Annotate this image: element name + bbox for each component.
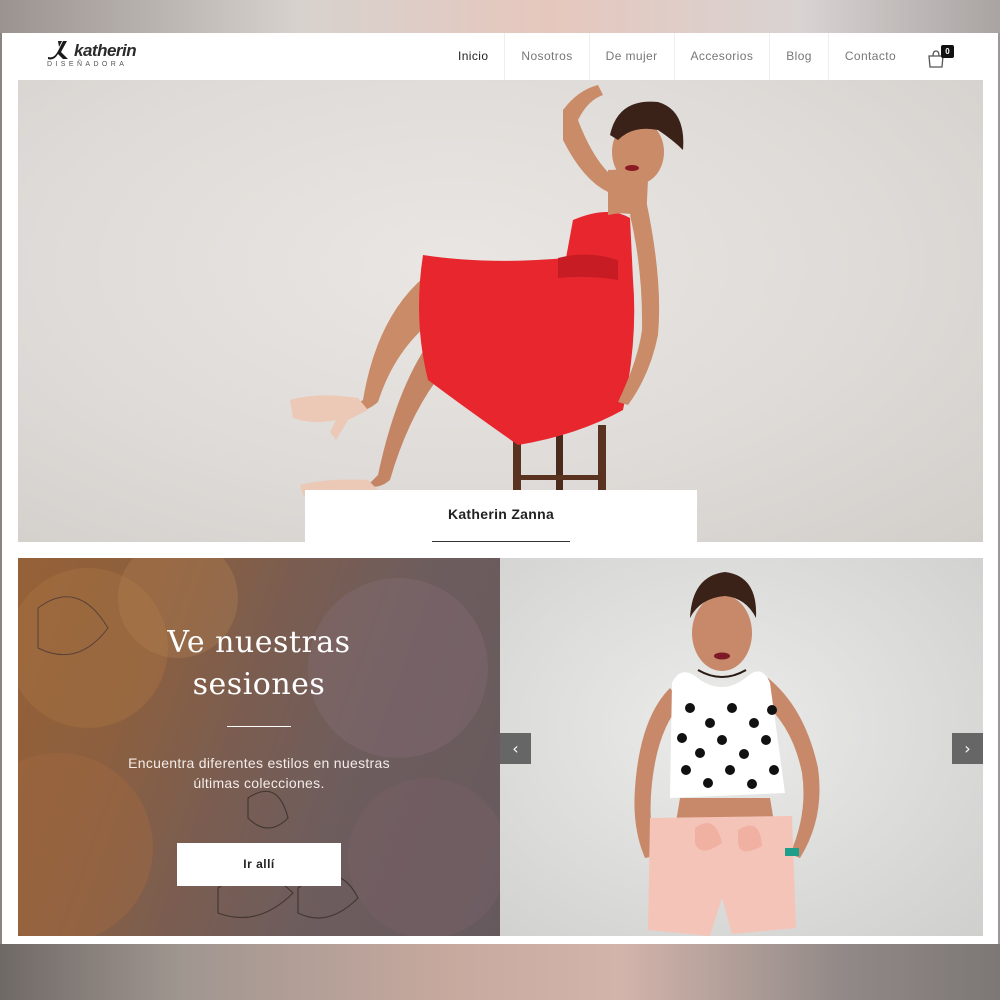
nav-item-accesorios[interactable]: Accesorios [675, 33, 771, 80]
hero-caption-title[interactable]: Katherin Zanna [305, 506, 697, 522]
main-nav: Inicio Nosotros De mujer Accesorios Blog… [442, 33, 912, 80]
nav-item-contacto[interactable]: Contacto [829, 33, 912, 80]
hero-model-photo [290, 85, 684, 542]
sessions-promo: Ve nuestras sesiones Encuentra diferente… [18, 558, 500, 936]
hero-caption-divider [432, 541, 570, 542]
sessions-description-line-2: últimas colecciones. [193, 775, 325, 791]
background-blur-top [0, 0, 1000, 33]
nav-item-nosotros[interactable]: Nosotros [505, 33, 590, 80]
background-blur-bottom [0, 944, 1000, 1000]
cart-button[interactable]: 0 [926, 45, 958, 69]
brand-logo[interactable]: katherin DISEÑADORA [46, 39, 156, 75]
sessions-description: Encuentra diferentes estilos en nuestras… [18, 753, 500, 793]
product-carousel: ‹ › [500, 558, 983, 936]
sessions-title-line-2: sesiones [192, 667, 326, 702]
chevron-right-icon: › [964, 739, 971, 758]
sessions-title: Ve nuestras sesiones [18, 622, 500, 706]
site-header: katherin DISEÑADORA Inicio Nosotros De m… [2, 33, 998, 80]
cart-count-badge: 0 [941, 45, 954, 58]
nav-item-blog[interactable]: Blog [770, 33, 829, 80]
nav-item-de-mujer[interactable]: De mujer [590, 33, 675, 80]
go-there-button[interactable]: Ir allí [177, 843, 341, 886]
brand-name: katherin [74, 41, 137, 60]
website-page: katherin DISEÑADORA Inicio Nosotros De m… [2, 33, 998, 944]
hero-banner: Katherin Zanna [18, 80, 983, 542]
sessions-title-line-1: Ve nuestras [167, 625, 351, 660]
logo-mark-icon [48, 41, 68, 60]
brand-tagline: DISEÑADORA [47, 61, 128, 68]
carousel-next-button[interactable]: › [952, 733, 983, 764]
hero-caption-box: Katherin Zanna [305, 490, 697, 542]
carousel-model-photo [634, 572, 820, 936]
sessions-description-line-1: Encuentra diferentes estilos en nuestras [128, 755, 390, 771]
sessions-divider [227, 726, 291, 727]
chevron-left-icon: ‹ [512, 739, 519, 758]
carousel-prev-button[interactable]: ‹ [500, 733, 531, 764]
nav-item-inicio[interactable]: Inicio [442, 33, 506, 80]
